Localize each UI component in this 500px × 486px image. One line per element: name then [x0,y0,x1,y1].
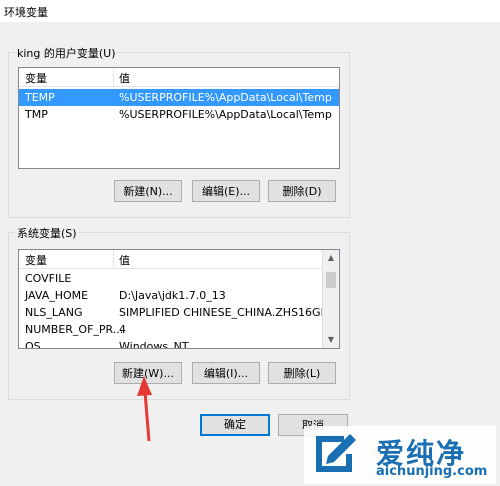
pencil-logo-icon [316,434,356,472]
watermark: 爱纯净 aichunjing.com [304,426,496,484]
red-arrow-annotation-icon [137,376,152,442]
watermark-url: aichunjing.com [376,464,488,479]
